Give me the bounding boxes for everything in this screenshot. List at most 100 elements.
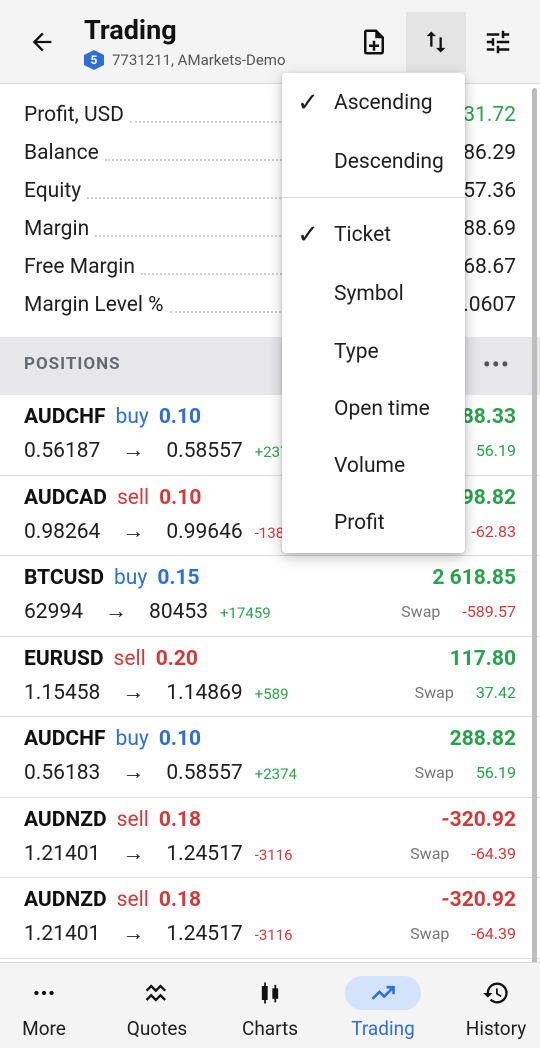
position-row[interactable]: AUDNZD sell 0.18 1.21401 → 1.24517 -3116 -320.9… — [0, 797, 540, 878]
more-dots-icon — [17, 976, 71, 1010]
summary-value: 31.72 — [457, 103, 516, 127]
sort-field-type[interactable]: Type — [282, 326, 465, 378]
open-price: 1.21401 — [24, 841, 101, 866]
open-price: 1.21401 — [24, 922, 101, 946]
open-price: 62994 — [24, 600, 84, 624]
nav-item-quotes[interactable]: Quotes — [103, 963, 211, 1048]
position-header: AUDCHF buy 0.10 — [24, 405, 201, 429]
check-icon: ✓ — [297, 88, 319, 118]
quotes-icon — [130, 976, 184, 1010]
sort-field-symbol[interactable]: Symbol — [282, 268, 465, 320]
new-order-button[interactable] — [344, 12, 404, 72]
position-prices: 0.98264 → 0.99646 -1382 — [24, 518, 293, 544]
nav-item-more[interactable]: More — [0, 963, 98, 1048]
arrow-right-icon: → — [122, 438, 145, 463]
sort-field-ticket[interactable]: ✓ Ticket — [282, 209, 465, 261]
open-price: 0.98264 — [24, 519, 101, 544]
summary-label: Margin Level % — [24, 293, 170, 317]
swap-label: Swap — [410, 843, 450, 863]
page-title: Trading — [84, 14, 177, 46]
menu-item-label: Open time — [334, 397, 430, 421]
points-change: +589 — [254, 684, 289, 703]
filter-settings-button[interactable] — [468, 12, 528, 72]
position-volume: 0.18 — [158, 888, 202, 912]
swap-label: Swap — [401, 602, 441, 621]
summary-value: .0607 — [457, 293, 516, 317]
scrollbar[interactable] — [532, 88, 537, 968]
position-symbol: AUDCHF — [24, 727, 106, 751]
sort-field-open-time[interactable]: Open time — [282, 383, 465, 435]
swap-value: 56.19 — [475, 441, 516, 460]
account-text: 7731211, AMarkets-Demo — [112, 51, 286, 69]
bottom-navigation: More Quotes Charts Trading History — [0, 962, 540, 1048]
position-profit: -320.92 — [441, 807, 516, 832]
points-change: +17459 — [220, 604, 271, 622]
position-header: AUDCHF buy 0.10 — [24, 727, 201, 751]
swap-value: 56.19 — [475, 763, 516, 782]
summary-label: Free Margin — [24, 255, 141, 279]
swap-value: -64.39 — [471, 924, 516, 943]
back-arrow-icon — [32, 32, 52, 52]
open-price: 0.56187 — [24, 439, 101, 463]
positions-more-button[interactable]: ••• — [483, 351, 510, 379]
sort-order-descending[interactable]: Descending — [282, 136, 465, 188]
current-price: 1.24517 — [166, 841, 243, 866]
position-row[interactable]: AUDNZD sell 0.18 1.21401 → 1.24517 -3116 -320.9… — [0, 878, 540, 959]
position-volume: 0.20 — [155, 646, 198, 671]
arrow-right-icon: → — [122, 840, 145, 866]
points-change: -3116 — [254, 926, 293, 944]
position-swap: Swap -589.57 — [401, 602, 516, 621]
position-prices: 0.56187 → 0.58557 +237 — [24, 437, 289, 463]
position-profit: 88.33 — [461, 405, 516, 429]
points-change: +2374 — [254, 765, 297, 783]
swap-label: Swap — [410, 924, 450, 943]
menu-item-label: Type — [334, 340, 379, 364]
position-type: buy — [115, 405, 149, 429]
summary-label: Equity — [24, 179, 88, 203]
position-swap: Swap 37.42 — [415, 683, 516, 702]
position-row[interactable]: AUDCHF buy 0.10 0.56183 → 0.58557 +2374 288.82 S… — [0, 717, 540, 798]
summary-value: 57.36 — [457, 179, 516, 203]
sort-field-profit[interactable]: Profit — [282, 497, 465, 549]
back-button[interactable] — [22, 22, 62, 62]
menu-divider — [282, 197, 465, 198]
positions-title: POSITIONS — [24, 354, 121, 374]
position-volume: 0.10 — [159, 485, 202, 510]
position-prices: 62994 → 80453 +17459 — [24, 598, 271, 624]
position-row[interactable]: EURUSD sell 0.20 1.15458 → 1.14869 +589 117.80 S… — [0, 636, 540, 717]
sort-field-volume[interactable]: Volume — [282, 440, 465, 492]
current-price: 0.58557 — [166, 761, 243, 785]
position-type: sell — [116, 888, 149, 912]
account-level-badge: 5 — [84, 50, 104, 70]
nav-item-history[interactable]: History — [442, 963, 540, 1048]
position-type: sell — [113, 646, 146, 671]
history-clock-icon — [469, 976, 523, 1010]
arrow-right-icon: → — [122, 921, 145, 946]
swap-value: -64.39 — [471, 843, 516, 863]
account-info: 5 7731211, AMarkets-Demo — [84, 50, 286, 70]
menu-item-label: Ascending — [334, 91, 433, 115]
sort-order-ascending[interactable]: ✓ Ascending — [282, 77, 465, 129]
nav-item-charts[interactable]: Charts — [216, 963, 324, 1048]
check-icon: ✓ — [297, 220, 319, 250]
position-symbol: BTCUSD — [24, 566, 105, 590]
position-header: AUDNZD sell 0.18 — [24, 888, 201, 912]
position-prices: 1.15458 → 1.14869 +589 — [24, 679, 289, 705]
menu-item-label: Symbol — [334, 282, 404, 306]
position-profit: 288.82 — [449, 727, 516, 751]
nav-item-trading[interactable]: Trading — [329, 963, 437, 1048]
position-header: AUDNZD sell 0.18 — [24, 808, 201, 832]
position-swap: Swap 56.19 — [415, 763, 516, 782]
open-price: 0.56183 — [24, 761, 101, 785]
current-price: 0.99646 — [166, 519, 243, 544]
nav-label: More — [22, 1017, 66, 1040]
position-row[interactable]: BTCUSD buy 0.15 62994 → 80453 +17459 2 618.85 Sw… — [0, 556, 540, 637]
position-profit: -320.92 — [441, 888, 516, 912]
sort-button[interactable] — [406, 12, 466, 72]
position-header: AUDCAD sell 0.10 — [24, 486, 201, 510]
arrow-right-icon: → — [122, 679, 145, 705]
position-swap: Swap -64.39 — [410, 924, 516, 943]
position-prices: 1.21401 → 1.24517 -3116 — [24, 920, 293, 946]
sort-menu: ✓ Ascending Descending ✓ Ticket Symbol Type Ope… — [282, 73, 465, 553]
position-header: EURUSD sell 0.20 — [24, 647, 198, 671]
